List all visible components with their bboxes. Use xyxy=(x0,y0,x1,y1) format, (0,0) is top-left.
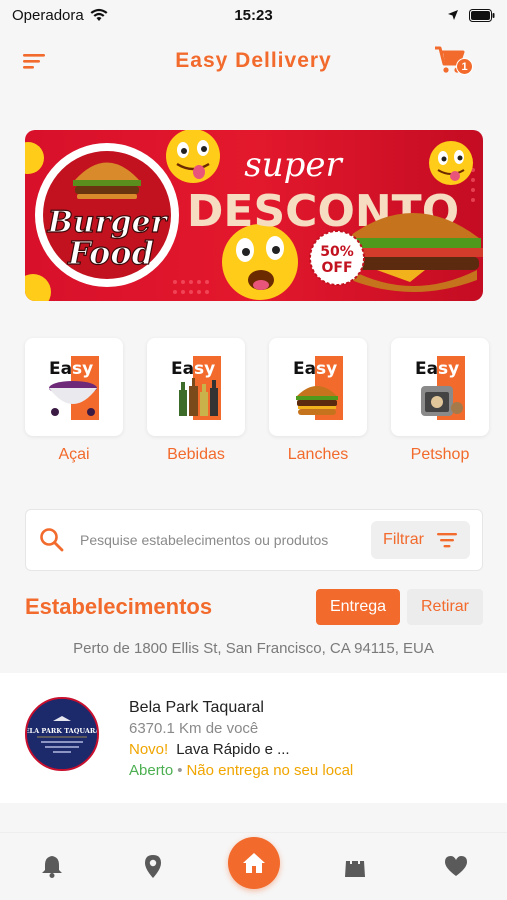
svg-text:sy: sy xyxy=(316,359,337,379)
category-label: Lanches xyxy=(287,446,349,463)
open-status: Aberto xyxy=(129,762,174,779)
category-acai[interactable]: Ea sy Açai xyxy=(25,338,123,464)
svg-text:Ea: Ea xyxy=(415,359,438,379)
delivery-note: Não entrega no seu local xyxy=(186,762,354,779)
location-pin-icon[interactable] xyxy=(140,853,166,879)
clock: 15:23 xyxy=(234,6,273,24)
shopping-bag-icon[interactable] xyxy=(342,853,368,879)
svg-text:Ea: Ea xyxy=(171,359,194,379)
filter-label: Filtrar xyxy=(383,531,424,548)
store-card[interactable]: BELA PARK TAQUARAL Bela Park Taquaral 63… xyxy=(0,673,507,803)
banner-headline-top: super xyxy=(244,145,343,185)
search-input[interactable] xyxy=(80,532,371,548)
category-card: Ea sy xyxy=(25,338,123,436)
separator-dot: • xyxy=(177,762,183,779)
promo-banner-art: Burger Food super DESCONTO 50% OFF xyxy=(25,130,483,301)
category-lanches[interactable]: Ea sy Lanches xyxy=(269,338,367,464)
svg-text:sy: sy xyxy=(438,359,459,379)
filter-button[interactable]: Filtrar xyxy=(371,521,470,559)
carrier-label: Operadora xyxy=(12,6,84,24)
app-header: Easy Dellivery 1 xyxy=(0,38,507,84)
home-button[interactable] xyxy=(228,837,280,889)
section-title: Estabelecimentos xyxy=(25,594,213,619)
menu-icon[interactable] xyxy=(22,50,50,72)
store-logo: BELA PARK TAQUARAL xyxy=(25,697,99,771)
category-label: Açai xyxy=(58,446,90,463)
banner-brand-bottom: Food xyxy=(67,234,154,272)
discount-seal: 50% OFF xyxy=(309,230,365,286)
store-promo: Novo! Lava Rápido e ... xyxy=(129,741,290,758)
discount-label: OFF xyxy=(321,260,352,276)
emoji-tongue-small-icon xyxy=(429,141,473,185)
delivery-toggle-button[interactable]: Entrega xyxy=(316,589,400,625)
search-bar: Filtrar xyxy=(25,509,483,571)
store-distance: 6370.1 Km de você xyxy=(129,720,259,737)
status-bar: Operadora 15:23 xyxy=(0,0,507,30)
home-icon xyxy=(243,853,265,873)
bottom-navigation xyxy=(0,832,507,900)
category-bebidas[interactable]: Ea sy Bebidas xyxy=(147,338,245,464)
category-label: Petshop xyxy=(410,446,470,463)
cart-count-badge: 1 xyxy=(456,58,473,75)
search-icon[interactable] xyxy=(38,526,66,554)
store-name: Bela Park Taquaral xyxy=(129,699,264,716)
category-card: Ea sy xyxy=(391,338,489,436)
store-status: Aberto • Não entrega no seu local xyxy=(129,762,353,779)
category-petshop[interactable]: Ea sy Petshop xyxy=(391,338,489,464)
app-title: Easy Dellivery xyxy=(175,49,332,72)
location-arrow-icon xyxy=(448,10,458,20)
svg-text:Ea: Ea xyxy=(293,359,316,379)
promo-banner[interactable]: Burger Food super DESCONTO 50% OFF xyxy=(25,130,483,301)
svg-text:Ea: Ea xyxy=(49,359,72,379)
location-text[interactable]: Perto de 1800 Ellis St, San Francisco, C… xyxy=(0,640,507,657)
category-label: Bebidas xyxy=(167,446,225,463)
emoji-tongue-icon xyxy=(166,130,220,183)
wifi-icon xyxy=(90,8,108,21)
promo-text: Lava Rápido e ... xyxy=(176,741,290,758)
svg-text:BELA PARK TAQUARAL: BELA PARK TAQUARAL xyxy=(27,727,97,735)
category-list: Ea sy Açai Ea sy Bebidas Ea sy Lanches E… xyxy=(25,338,495,464)
svg-text:sy: sy xyxy=(72,359,93,379)
discount-value: 50% xyxy=(320,244,354,260)
new-badge: Novo! xyxy=(129,741,169,758)
heart-icon[interactable] xyxy=(443,853,469,879)
filter-icon xyxy=(436,533,457,548)
bell-icon[interactable] xyxy=(39,853,65,879)
pickup-toggle-button[interactable]: Retirar xyxy=(407,589,483,625)
svg-text:sy: sy xyxy=(194,359,215,379)
battery-icon xyxy=(469,8,495,22)
cart-button[interactable]: 1 xyxy=(433,42,473,80)
category-card: Ea sy xyxy=(269,338,367,436)
category-card: Ea sy xyxy=(147,338,245,436)
